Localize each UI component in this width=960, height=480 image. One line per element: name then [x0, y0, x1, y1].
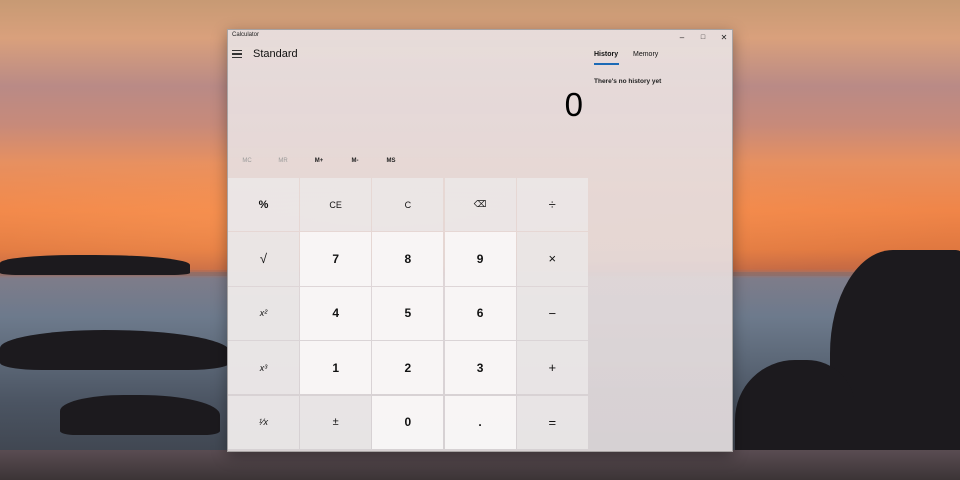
- result-display: 0: [564, 86, 583, 123]
- divide-button[interactable]: ÷: [516, 178, 588, 232]
- cube-button[interactable]: x³: [228, 341, 299, 395]
- close-button[interactable]: ✕: [713, 30, 735, 44]
- rock: [60, 395, 220, 435]
- maximize-button[interactable]: □: [692, 30, 714, 44]
- digit-5-button[interactable]: 5: [372, 286, 444, 340]
- app-title: Calculator: [232, 32, 260, 38]
- reciprocal-button[interactable]: ¹⁄x: [228, 395, 299, 449]
- digit-4-button[interactable]: 4: [300, 286, 372, 340]
- rock: [0, 255, 190, 275]
- title-bar[interactable]: Calculator – □ ✕: [228, 30, 732, 44]
- backspace-button[interactable]: ⌫: [444, 178, 516, 232]
- history-empty-message: There's no history yet: [594, 78, 662, 85]
- clear-button[interactable]: C: [372, 178, 444, 232]
- memory-row: MC MR M+ M- MS: [228, 158, 588, 170]
- memory-store-button[interactable]: MS: [376, 158, 406, 164]
- digit-0-button[interactable]: 0: [372, 395, 444, 449]
- memory-subtract-button[interactable]: M-: [340, 158, 370, 164]
- beach: [0, 450, 960, 480]
- minimize-button[interactable]: –: [671, 30, 693, 44]
- digit-3-button[interactable]: 3: [444, 341, 516, 395]
- square-button[interactable]: x²: [228, 286, 299, 340]
- calculator-window: Calculator – □ ✕ Standard 0 MC MR M+ M- …: [227, 29, 733, 452]
- rock: [0, 330, 230, 370]
- subtract-button[interactable]: −: [516, 286, 588, 340]
- digit-2-button[interactable]: 2: [372, 341, 444, 395]
- keypad: % CE C ⌫ ÷ √ 7 8 9 × x² 4 5 6 − x³ 1 2 3…: [228, 178, 588, 452]
- tab-memory[interactable]: Memory: [633, 51, 658, 58]
- negate-button[interactable]: ±: [300, 395, 372, 449]
- percent-button[interactable]: %: [228, 178, 299, 232]
- hamburger-icon[interactable]: [232, 47, 246, 61]
- digit-7-button[interactable]: 7: [300, 232, 372, 286]
- add-button[interactable]: +: [516, 341, 588, 395]
- tab-history[interactable]: History: [594, 51, 618, 58]
- equals-button[interactable]: =: [516, 395, 588, 449]
- mode-title: Standard: [253, 48, 298, 60]
- decimal-button[interactable]: .: [444, 395, 516, 449]
- square-root-button[interactable]: √: [228, 232, 299, 286]
- digit-6-button[interactable]: 6: [444, 286, 516, 340]
- memory-clear-button[interactable]: MC: [232, 158, 262, 164]
- memory-recall-button[interactable]: MR: [268, 158, 298, 164]
- clear-entry-button[interactable]: CE: [300, 178, 372, 232]
- digit-9-button[interactable]: 9: [444, 232, 516, 286]
- digit-8-button[interactable]: 8: [372, 232, 444, 286]
- digit-1-button[interactable]: 1: [300, 341, 372, 395]
- active-tab-indicator: [594, 63, 619, 65]
- memory-add-button[interactable]: M+: [304, 158, 334, 164]
- multiply-button[interactable]: ×: [516, 232, 588, 286]
